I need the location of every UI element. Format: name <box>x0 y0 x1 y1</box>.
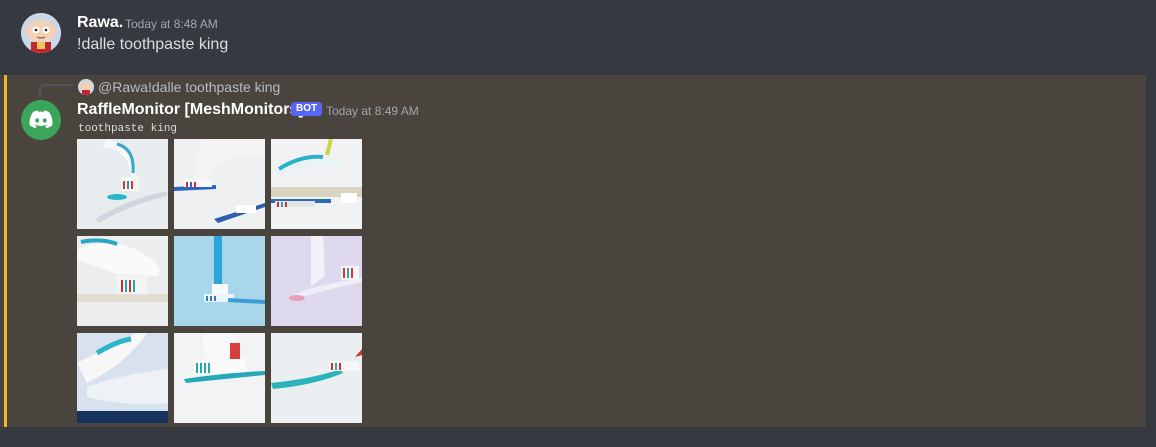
generated-image-9[interactable] <box>271 333 362 423</box>
message-timestamp: Today at 8:49 AM <box>326 104 419 118</box>
author-name[interactable]: Rawa. <box>77 14 123 32</box>
toothbrush-image-icon <box>174 236 265 326</box>
code-text: toothpaste king <box>78 123 178 135</box>
reply-avatar[interactable] <box>78 79 94 95</box>
discord-logo-icon <box>29 110 53 129</box>
generated-image-3[interactable] <box>271 139 362 229</box>
bot-badge: BOT <box>291 102 323 116</box>
toothbrush-image-icon <box>174 139 265 229</box>
generated-image-8[interactable] <box>174 333 265 423</box>
generated-image-7[interactable] <box>77 333 168 423</box>
toothbrush-image-icon <box>174 333 265 423</box>
toothbrush-image-icon <box>77 333 168 423</box>
stewie-avatar-icon <box>78 79 94 95</box>
message-timestamp: Today at 8:48 AM <box>125 17 218 31</box>
generated-image-6[interactable] <box>271 236 362 326</box>
reply-text[interactable]: !dalle toothpaste king <box>148 79 280 95</box>
mention-bar <box>4 75 7 427</box>
toothbrush-image-icon <box>271 139 362 229</box>
toothbrush-image-icon <box>271 333 362 423</box>
reply-author[interactable]: @Rawa. <box>98 79 152 95</box>
generated-image-2[interactable] <box>174 139 265 229</box>
toothbrush-image-icon <box>77 236 168 326</box>
message-rawa: Rawa. Today at 8:48 AM !dalle toothpaste… <box>0 0 1156 74</box>
user-avatar[interactable] <box>21 13 61 53</box>
bot-avatar[interactable] <box>21 100 61 140</box>
generated-image-1[interactable] <box>77 139 168 229</box>
bot-author-name[interactable]: RaffleMonitor [MeshMonitors] <box>77 101 304 119</box>
reply-spine <box>39 84 73 96</box>
generated-image-5[interactable] <box>174 236 265 326</box>
generated-image-4[interactable] <box>77 236 168 326</box>
stewie-avatar-icon <box>21 13 61 53</box>
toothbrush-image-icon <box>77 139 168 229</box>
toothbrush-image-icon <box>271 236 362 326</box>
image-grid <box>77 139 362 423</box>
message-text: !dalle toothpaste king <box>77 36 229 53</box>
